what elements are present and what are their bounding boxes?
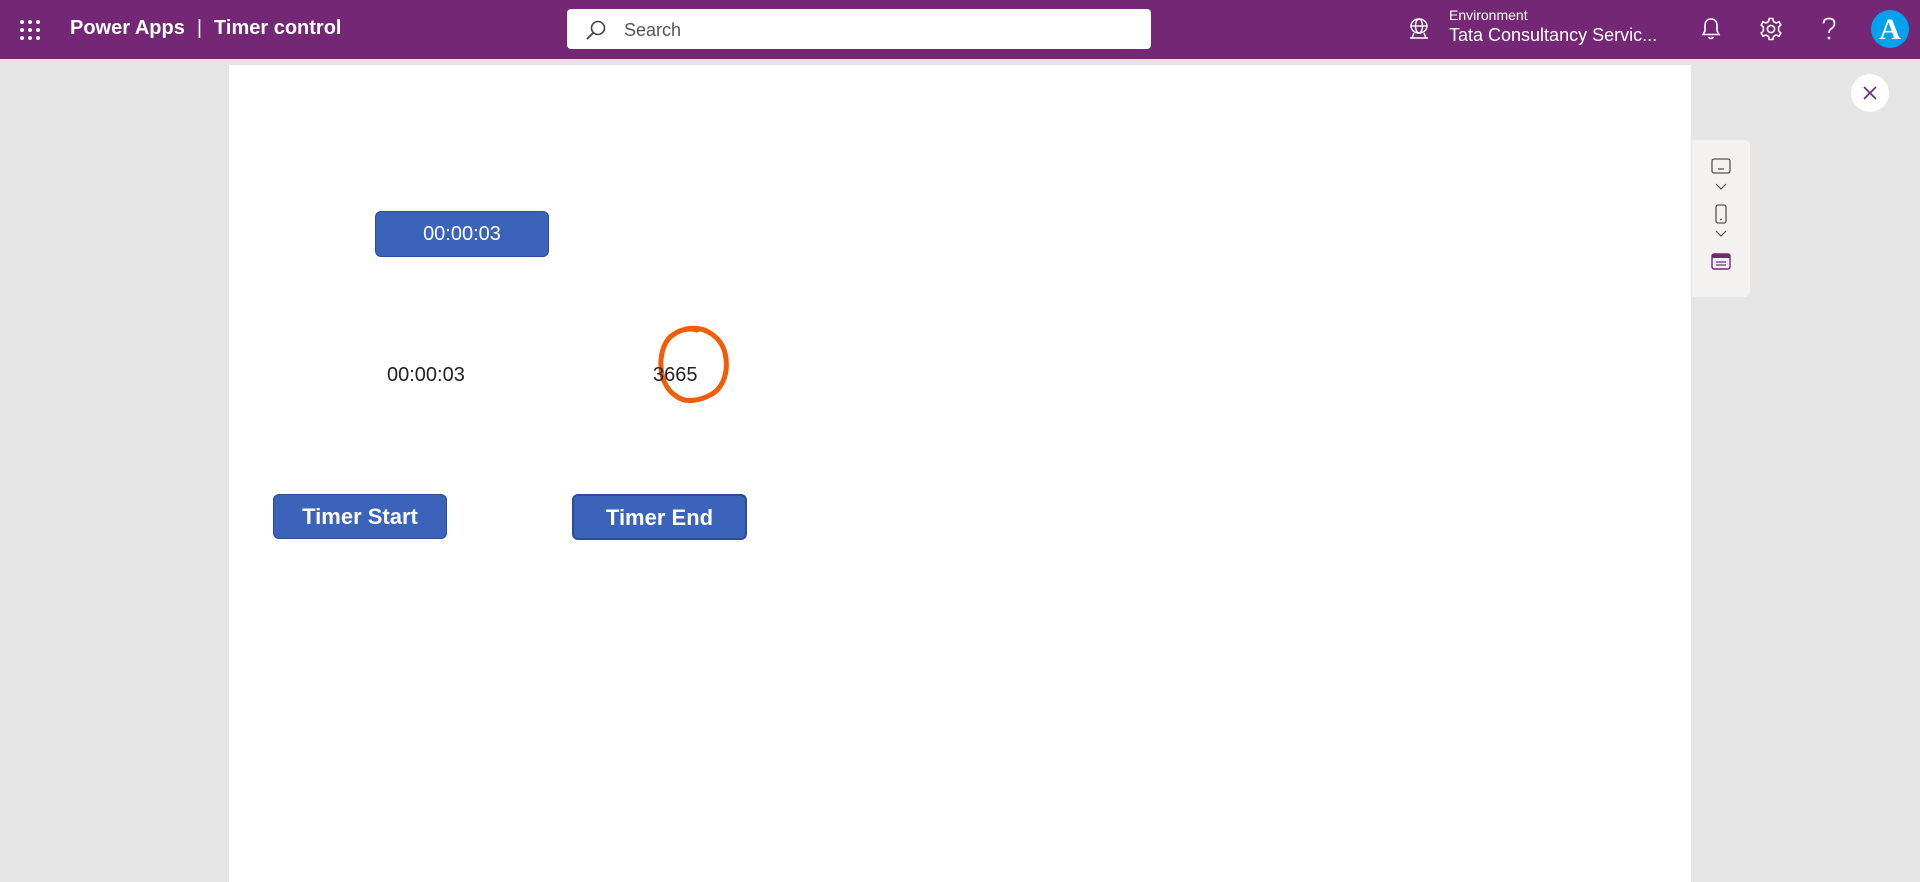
app-page-title: Timer control (214, 17, 342, 39)
close-icon (1863, 86, 1877, 100)
phone-icon[interactable] (1711, 204, 1731, 224)
top-bar: Power Apps | Timer control Environment Tat… (0, 0, 1920, 59)
chevron-down-icon[interactable] (1711, 182, 1731, 192)
avatar[interactable]: A (1871, 10, 1909, 48)
timer-start-button[interactable]: Timer Start (273, 494, 447, 539)
title-separator: | (196, 17, 203, 39)
timer-value-label: 3665 (653, 364, 698, 386)
gear-icon[interactable] (1758, 16, 1784, 42)
elapsed-time-label: 00:00:03 (387, 364, 465, 386)
environment-picker[interactable]: Environment Tata Consultancy Servic... (1449, 6, 1657, 46)
search-box[interactable] (567, 9, 1151, 51)
layout-icon[interactable] (1711, 253, 1731, 271)
bell-icon[interactable] (1700, 16, 1722, 42)
search-input[interactable] (622, 9, 1136, 51)
app-canvas: 00:00:03 00:00:03 3665 Timer Start Timer… (229, 65, 1691, 882)
device-panel (1692, 140, 1750, 297)
app-launcher-icon[interactable] (19, 19, 41, 41)
environment-name: Tata Consultancy Servic... (1449, 25, 1658, 45)
help-icon[interactable] (1819, 16, 1839, 42)
search-icon (586, 20, 606, 40)
keyboard-icon[interactable] (1711, 158, 1731, 174)
timer-end-button[interactable]: Timer End (572, 494, 747, 540)
environment-icon (1410, 18, 1428, 39)
environment-label: Environment (1449, 7, 1528, 23)
chevron-down-icon[interactable] (1711, 229, 1731, 239)
app-title: Power Apps | Timer control (70, 17, 341, 40)
close-preview-button[interactable] (1851, 74, 1889, 112)
timer-control[interactable]: 00:00:03 (375, 211, 549, 257)
app-name[interactable]: Power Apps (70, 17, 185, 39)
